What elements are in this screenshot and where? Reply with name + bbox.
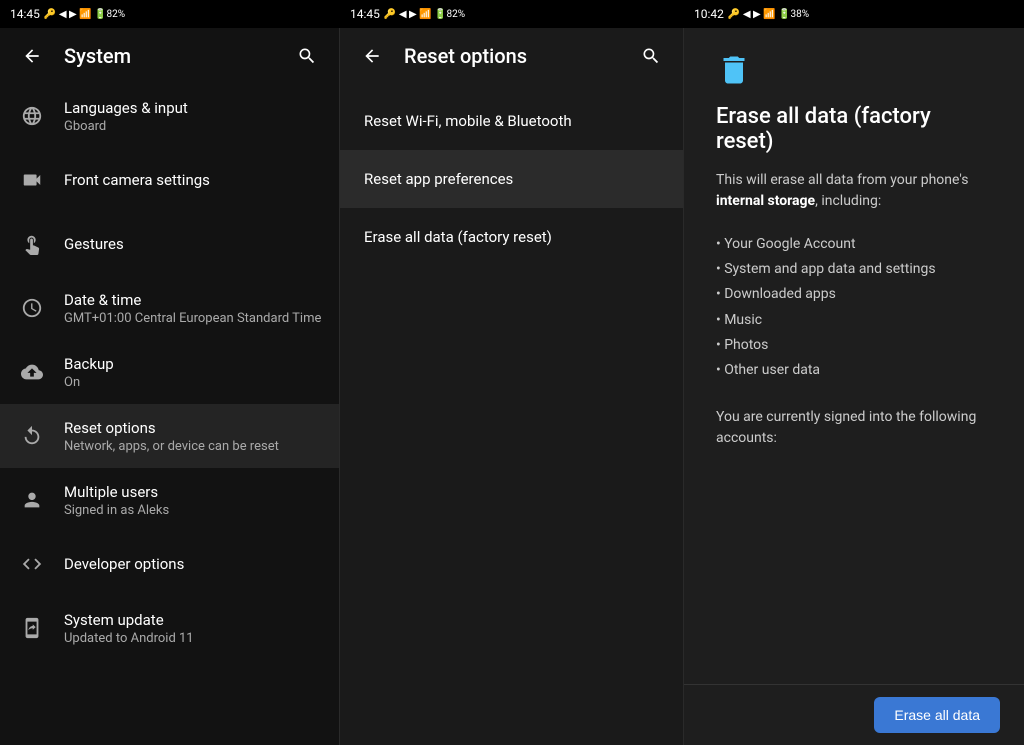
settings-item-users[interactable]: Multiple users Signed in as Aleks: [0, 468, 339, 532]
settings-item-developer[interactable]: Developer options: [0, 532, 339, 596]
erase-list-item: • Music: [716, 308, 992, 333]
erase-list-item: • Your Google Account: [716, 232, 992, 257]
erase-all-data-button[interactable]: Erase all data: [874, 697, 1000, 733]
settings-list: Languages & input Gboard Front camera se…: [0, 84, 339, 745]
reset-factory-option[interactable]: Erase all data (factory reset): [340, 208, 683, 266]
status-bar: 14:45 🔑 ◀ ▶ 📶 🔋82% 14:45 🔑 ◀ ▶ 📶 🔋82% 10…: [0, 0, 1024, 28]
languages-icon: [16, 100, 48, 132]
search-button[interactable]: [291, 40, 323, 72]
datetime-text: Date & time GMT+01:00 Central European S…: [64, 291, 323, 326]
icons-left: 🔑 ◀ ▶ 📶 🔋82%: [44, 9, 125, 20]
camera-icon: [16, 164, 48, 196]
reset-text: Reset options Network, apps, or device c…: [64, 419, 323, 454]
languages-text: Languages & input Gboard: [64, 99, 323, 134]
signed-in-text: You are currently signed into the follow…: [716, 407, 992, 449]
update-icon: [16, 612, 48, 644]
time-center: 14:45: [350, 7, 380, 21]
erase-list-item: • Photos: [716, 333, 992, 358]
erase-list-item: • Other user data: [716, 358, 992, 383]
time-right: 10:42: [694, 7, 724, 21]
panel-erase: Erase all data (factory reset) This will…: [684, 28, 1024, 745]
erase-list: • Your Google Account • System and app d…: [716, 232, 992, 383]
erase-title: Erase all data (factory reset): [716, 104, 992, 154]
reset-search-button[interactable]: [635, 40, 667, 72]
backup-text: Backup On: [64, 355, 323, 390]
settings-item-backup[interactable]: Backup On: [0, 340, 339, 404]
icons-right: 🔑 ◀ ▶ 📶 🔋38%: [728, 9, 809, 20]
reset-header: Reset options: [340, 28, 683, 84]
datetime-icon: [16, 292, 48, 324]
settings-item-gestures[interactable]: Gestures: [0, 212, 339, 276]
erase-list-item: • Downloaded apps: [716, 282, 992, 307]
settings-item-camera[interactable]: Front camera settings: [0, 148, 339, 212]
gestures-icon: [16, 228, 48, 260]
trash-icon: [716, 52, 992, 88]
reset-title: Reset options: [404, 44, 619, 68]
update-text: System update Updated to Android 11: [64, 611, 323, 646]
system-header: System: [0, 28, 339, 84]
settings-item-update[interactable]: System update Updated to Android 11: [0, 596, 339, 660]
status-center: 14:45 🔑 ◀ ▶ 📶 🔋82%: [340, 0, 684, 28]
settings-item-datetime[interactable]: Date & time GMT+01:00 Central European S…: [0, 276, 339, 340]
reset-app-option[interactable]: Reset app preferences: [340, 150, 683, 208]
panel-reset: Reset options Reset Wi-Fi, mobile & Blue…: [340, 28, 684, 745]
time-left: 14:45: [10, 7, 40, 21]
reset-options-list: Reset Wi-Fi, mobile & Bluetooth Reset ap…: [340, 84, 683, 274]
back-button[interactable]: [16, 40, 48, 72]
developer-icon: [16, 548, 48, 580]
camera-text: Front camera settings: [64, 171, 323, 189]
erase-description: This will erase all data from your phone…: [716, 170, 992, 212]
users-icon: [16, 484, 48, 516]
panel-system: System Languages & input Gboard: [0, 28, 340, 745]
settings-item-reset[interactable]: Reset options Network, apps, or device c…: [0, 404, 339, 468]
developer-text: Developer options: [64, 555, 323, 573]
gestures-text: Gestures: [64, 235, 323, 253]
system-title: System: [64, 44, 275, 68]
main-content: System Languages & input Gboard: [0, 28, 1024, 745]
backup-icon: [16, 356, 48, 388]
reset-wifi-option[interactable]: Reset Wi-Fi, mobile & Bluetooth: [340, 92, 683, 150]
erase-list-item: • System and app data and settings: [716, 257, 992, 282]
erase-content: Erase all data (factory reset) This will…: [684, 28, 1024, 684]
icons-center: 🔑 ◀ ▶ 📶 🔋82%: [384, 9, 465, 20]
status-right: 10:42 🔑 ◀ ▶ 📶 🔋38%: [684, 0, 1024, 28]
settings-item-languages[interactable]: Languages & input Gboard: [0, 84, 339, 148]
users-text: Multiple users Signed in as Aleks: [64, 483, 323, 518]
erase-footer: Erase all data: [684, 684, 1024, 745]
status-left: 14:45 🔑 ◀ ▶ 📶 🔋82%: [0, 0, 340, 28]
reset-back-button[interactable]: [356, 40, 388, 72]
reset-icon: [16, 420, 48, 452]
